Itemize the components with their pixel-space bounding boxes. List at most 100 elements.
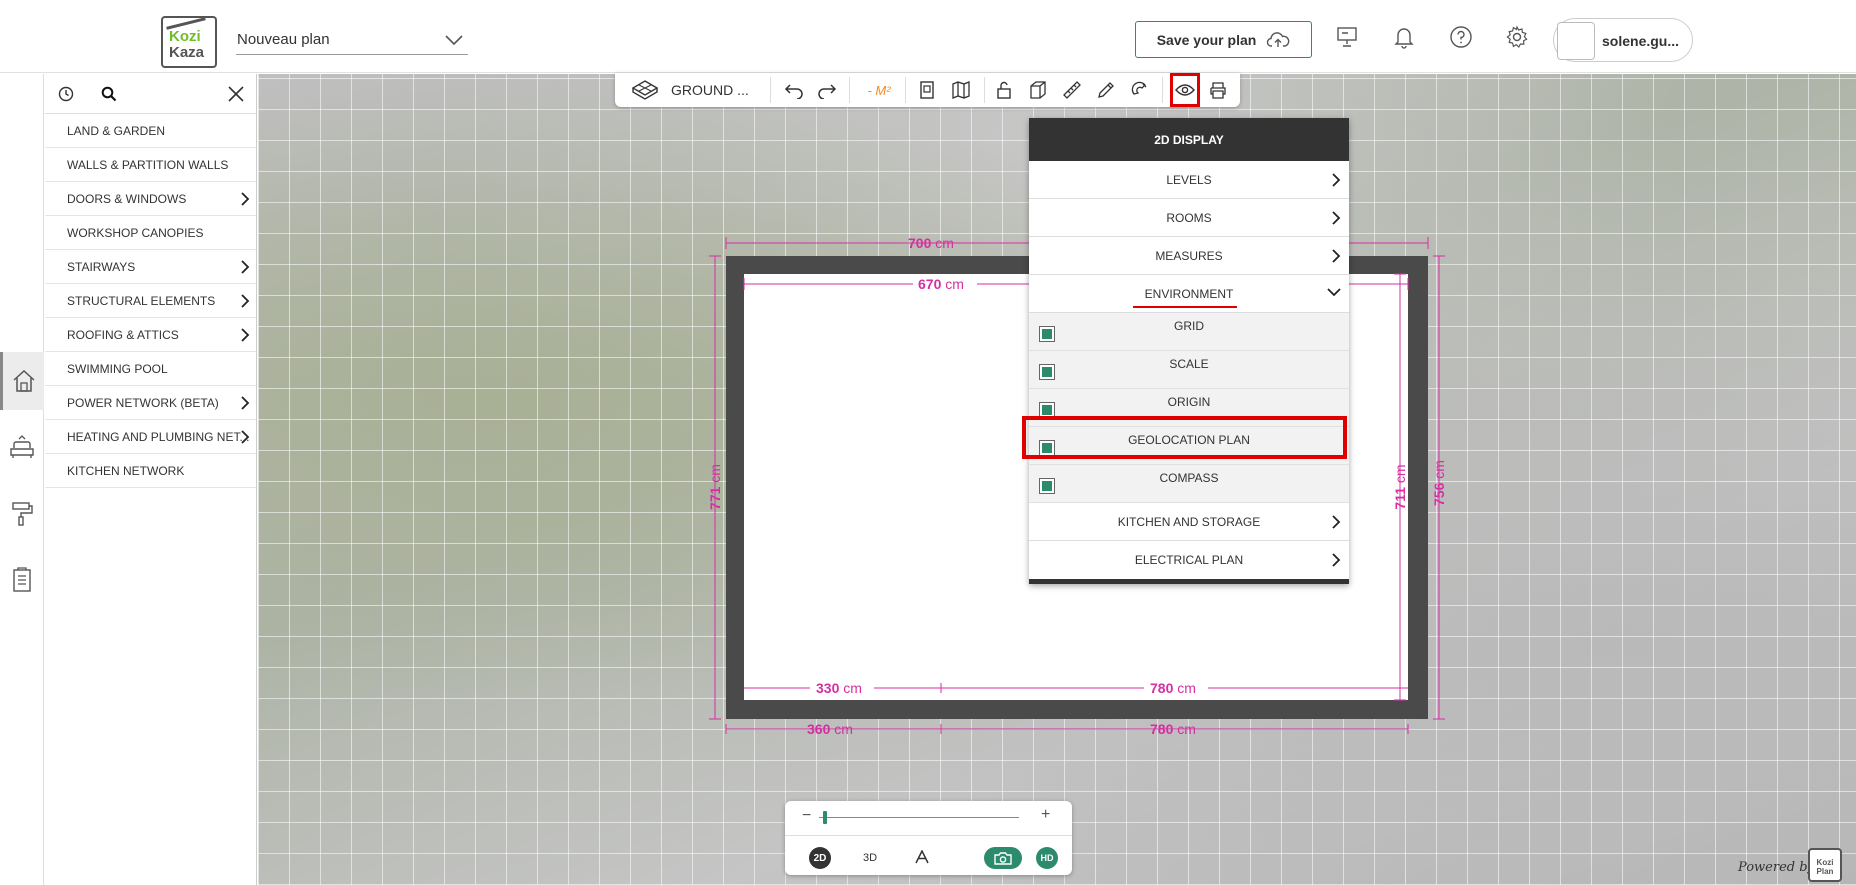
catalog-menu-item[interactable]: ROOFING & ATTICS [45, 318, 256, 352]
catalog-menu-item[interactable]: POWER NETWORK (BETA) [45, 386, 256, 420]
catalog-menu-item[interactable]: LAND & GARDEN [45, 114, 256, 148]
rail-list-button[interactable] [0, 551, 44, 609]
top-header: Kozi Kaza Nouveau plan Save your plan so… [0, 0, 1856, 73]
3d-box-button[interactable] [1025, 77, 1051, 103]
document-icon [920, 81, 934, 99]
toolbar-divider [849, 77, 850, 103]
kozikaza-plan-badge[interactable]: Kozi Plan [1808, 848, 1842, 882]
logo-text-bottom: Kaza [169, 44, 205, 61]
environment-option[interactable]: GRID [1029, 313, 1349, 351]
pencil-button[interactable] [1093, 77, 1119, 103]
environment-option[interactable]: ORIGIN [1029, 389, 1349, 427]
catalog-menu-item-label: POWER NETWORK (BETA) [67, 396, 219, 410]
magnet-button[interactable] [1127, 77, 1153, 103]
menu-levels[interactable]: LEVELS [1029, 161, 1349, 199]
level-label: GROUND ... [671, 82, 749, 98]
environment-option-label: GEOLOCATION PLAN [1128, 433, 1250, 447]
catalog-menu-item[interactable]: WORKSHOP CANOPIES [45, 216, 256, 250]
environment-option[interactable]: COMPASS [1029, 465, 1349, 503]
display-toggle-button[interactable] [1170, 73, 1200, 107]
menu-measures-label: MEASURES [1155, 249, 1223, 263]
dim-top-outer: 700 cm [908, 235, 954, 251]
catalog-menu-item[interactable]: STRUCTURAL ELEMENTS [45, 284, 256, 318]
view-controls-divider [785, 835, 1072, 836]
presentation-icon[interactable] [1334, 24, 1360, 50]
cube-icon [1030, 81, 1046, 99]
chevron-right-icon [241, 430, 250, 444]
menu-measures[interactable]: MEASURES [1029, 237, 1349, 275]
chevron-right-icon [1332, 211, 1341, 225]
search-icon[interactable] [100, 85, 118, 103]
catalog-menu-item-label: STAIRWAYS [67, 260, 136, 274]
catalog-menu-item-label: ROOFING & ATTICS [67, 328, 179, 342]
chevron-down-icon [1327, 288, 1341, 297]
dim-bottom-outer-b: 780 cm [1150, 721, 1196, 737]
view-controls: − + 2D 3D HD [785, 801, 1072, 875]
help-icon[interactable] [1448, 24, 1474, 50]
catalog-menu-item[interactable]: HEATING AND PLUMBING NET... [45, 420, 256, 454]
ruler-icon [1063, 81, 1081, 99]
username: solene.gu... [1602, 33, 1680, 49]
map-button[interactable] [948, 77, 974, 103]
dim-bottom-outer-a: 360 cm [807, 721, 853, 737]
redo-button[interactable] [814, 77, 840, 103]
bell-icon[interactable] [1391, 24, 1417, 50]
plan-name-select[interactable]: Nouveau plan [236, 27, 468, 55]
zoom-slider[interactable] [819, 817, 1019, 818]
menu-environment-label: ENVIRONMENT [1144, 287, 1234, 301]
menu-environment[interactable]: ENVIRONMENT [1029, 275, 1349, 313]
ruler-button[interactable] [1059, 77, 1085, 103]
text-mode-icon[interactable] [914, 849, 930, 867]
kozikaza-logo[interactable]: Kozi Kaza [161, 16, 217, 68]
menu-electrical-plan[interactable]: ELECTRICAL PLAN [1029, 541, 1349, 579]
plan-doc-button[interactable] [914, 77, 940, 103]
catalog-menu-item[interactable]: DOORS & WINDOWS [45, 182, 256, 216]
rail-build-button[interactable] [0, 352, 44, 410]
menu-kitchen-storage[interactable]: KITCHEN AND STORAGE [1029, 503, 1349, 541]
catalog-menu-item-label: DOORS & WINDOWS [67, 192, 187, 206]
dim-right-outer: 756 cm [1431, 460, 1447, 506]
toolbar-divider [905, 77, 906, 103]
catalog-menu-item-label: WALLS & PARTITION WALLS [67, 158, 229, 172]
catalog-menu-item-label: WORKSHOP CANOPIES [67, 226, 204, 240]
chevron-right-icon [241, 396, 250, 410]
zoom-out-button[interactable]: − [802, 807, 811, 825]
environment-options: GRID SCALE ORIGIN GEOLOCATION PLAN COMPASS [1029, 313, 1349, 503]
history-icon[interactable] [57, 85, 75, 103]
screenshot-button[interactable] [984, 847, 1022, 869]
plan-name-value: Nouveau plan [237, 31, 330, 48]
lock-button[interactable] [991, 77, 1017, 103]
undo-button[interactable] [781, 77, 807, 103]
print-button[interactable] [1205, 77, 1231, 103]
area-label: - M² [867, 82, 891, 98]
save-plan-button[interactable]: Save your plan [1135, 21, 1312, 58]
sofa-icon [10, 435, 34, 458]
area-button[interactable]: - M² [857, 77, 901, 103]
catalog-menu-item[interactable]: STAIRWAYS [45, 250, 256, 284]
mode-3d-button[interactable]: 3D [863, 852, 877, 864]
dim-top-inner: 670 cm [918, 276, 964, 292]
catalog-menu-item[interactable]: SWIMMING POOL [45, 352, 256, 386]
hd-render-button[interactable]: HD [1036, 847, 1058, 869]
environment-option[interactable]: SCALE [1029, 351, 1349, 389]
toolbar-divider [770, 77, 771, 103]
catalog-menu-item-label: LAND & GARDEN [67, 124, 166, 138]
level-selector[interactable]: GROUND ... [631, 77, 751, 103]
dropdown-title: 2D DISPLAY [1029, 118, 1349, 161]
close-icon[interactable] [227, 85, 245, 103]
catalog-menu-item[interactable]: KITCHEN NETWORK [45, 454, 256, 488]
rail-decoration-button[interactable] [0, 485, 44, 543]
gear-icon[interactable] [1504, 24, 1530, 50]
catalog-menu-item[interactable]: WALLS & PARTITION WALLS [45, 148, 256, 182]
zoom-slider-handle[interactable] [823, 811, 827, 824]
user-profile-pill[interactable]: solene.gu... [1553, 18, 1693, 62]
rail-furniture-button[interactable] [0, 419, 44, 477]
map-icon [952, 81, 970, 99]
menu-rooms[interactable]: ROOMS [1029, 199, 1349, 237]
toolbar-divider [984, 77, 985, 103]
dim-left-outer: 771 cm [707, 464, 723, 510]
mode-2d-button[interactable]: 2D [809, 847, 831, 869]
zoom-in-button[interactable]: + [1041, 806, 1050, 824]
catalog-panel: LAND & GARDEN WALLS & PARTITION WALLS DOOR… [45, 74, 257, 885]
environment-option[interactable]: GEOLOCATION PLAN [1029, 427, 1349, 465]
